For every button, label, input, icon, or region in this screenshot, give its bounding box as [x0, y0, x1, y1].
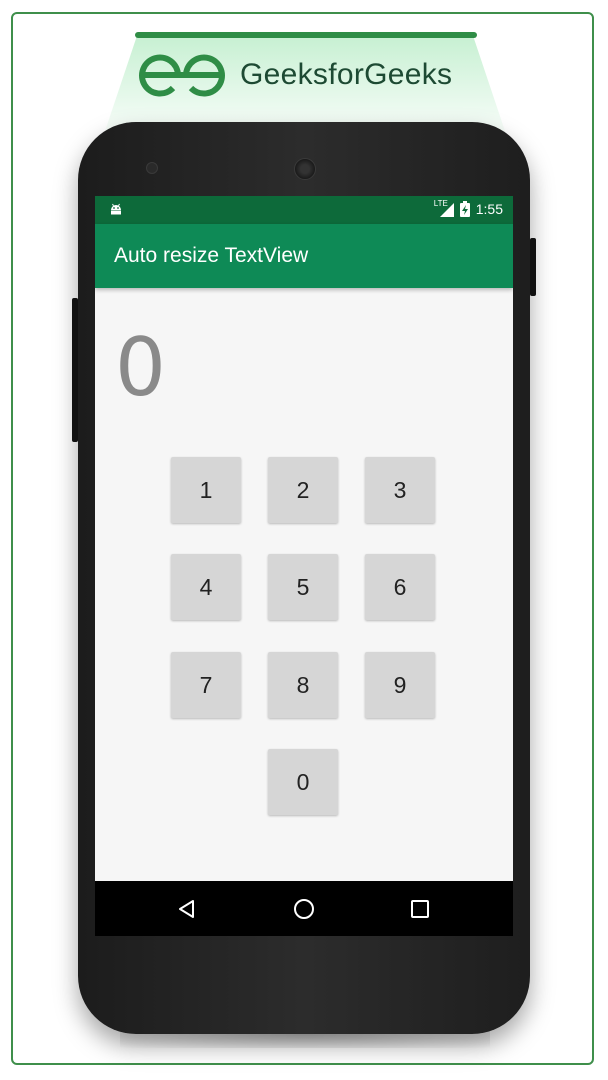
front-camera — [146, 162, 158, 174]
nav-home-button[interactable] — [289, 894, 319, 924]
key-4-button[interactable]: 4 — [171, 554, 241, 620]
home-icon — [294, 899, 314, 919]
key-1-button[interactable]: 1 — [171, 457, 241, 523]
key-9-button[interactable]: 9 — [365, 652, 435, 718]
key-7-button[interactable]: 7 — [171, 652, 241, 718]
earpiece-speaker — [294, 158, 316, 180]
nav-recents-button[interactable] — [405, 894, 435, 924]
key-6-button[interactable]: 6 — [365, 554, 435, 620]
back-icon — [179, 900, 194, 918]
key-5-button[interactable]: 5 — [268, 554, 338, 620]
volume-button — [72, 298, 78, 442]
brand-name: GeeksforGeeks — [240, 58, 453, 91]
key-0-button[interactable]: 0 — [268, 749, 338, 815]
geeksforgeeks-logo: GeeksforGeeks — [138, 50, 478, 100]
key-8-button[interactable]: 8 — [268, 652, 338, 718]
key-2-button[interactable]: 2 — [268, 457, 338, 523]
phone-screen: LTE 1:55 Auto resize TextView 0 1 2 3 4 … — [95, 196, 513, 936]
keypad: 1 2 3 4 5 6 7 8 9 0 — [95, 196, 513, 936]
logo-top-bar — [135, 32, 477, 38]
navigation-bar — [95, 881, 513, 936]
key-3-button[interactable]: 3 — [365, 457, 435, 523]
nav-back-button[interactable] — [172, 894, 202, 924]
power-button — [530, 238, 536, 296]
gfg-logo-icon — [139, 54, 225, 97]
recents-icon — [411, 900, 429, 918]
